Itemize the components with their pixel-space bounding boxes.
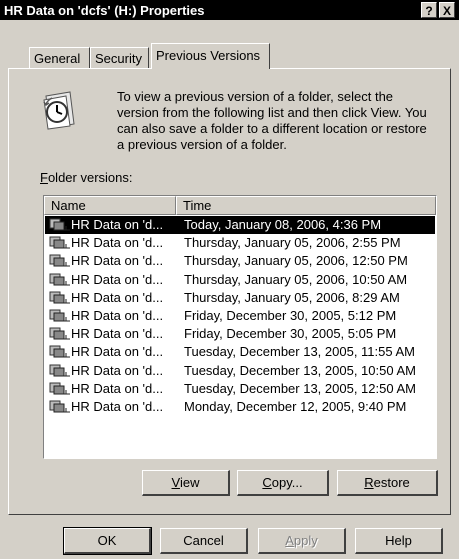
ok-button[interactable]: OK [63, 527, 152, 555]
help-button[interactable]: ? [421, 2, 437, 18]
tab-panel [8, 68, 451, 515]
tab-general[interactable]: General [29, 47, 90, 69]
apply-button[interactable]: Apply [258, 528, 346, 554]
help-button-footer[interactable]: Help [355, 528, 443, 554]
properties-dialog: HR Data on 'dcfs' (H:) Properties ? X Ge… [0, 0, 459, 559]
tab-security[interactable]: Security [90, 47, 149, 69]
window-title: HR Data on 'dcfs' (H:) Properties [4, 3, 205, 18]
cancel-button[interactable]: Cancel [160, 528, 248, 554]
tab-previous-versions[interactable]: Previous Versions [151, 43, 270, 69]
close-button[interactable]: X [439, 2, 455, 18]
title-bar[interactable]: HR Data on 'dcfs' (H:) Properties ? X [0, 0, 459, 20]
